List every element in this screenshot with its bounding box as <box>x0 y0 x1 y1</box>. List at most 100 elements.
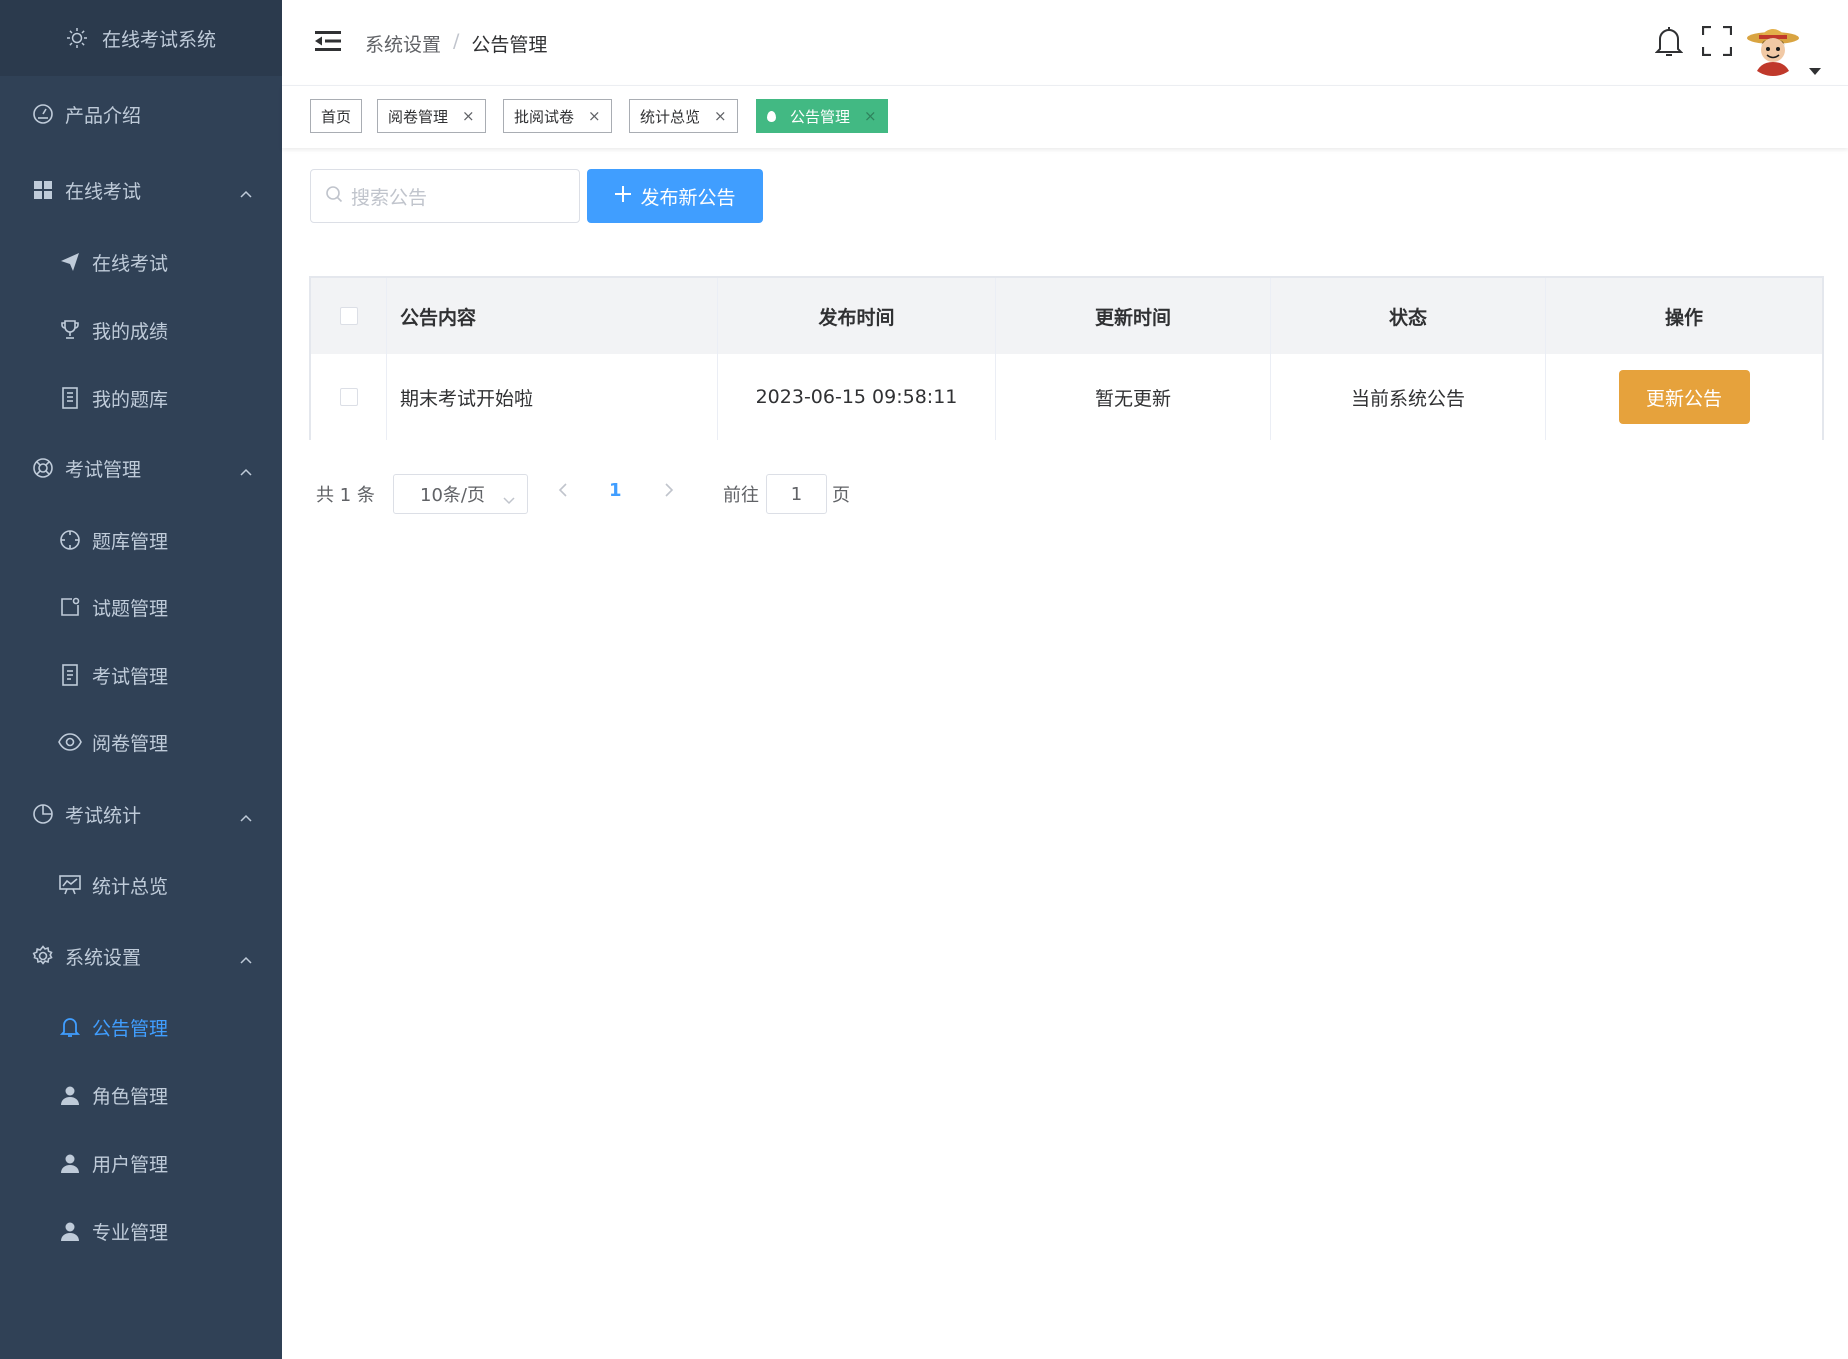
sidebar-item-my-question-bank[interactable]: 我的题库 <box>0 364 282 432</box>
fullscreen-icon[interactable] <box>1701 24 1733 58</box>
tag-grading-management[interactable]: 阅卷管理 × <box>377 99 486 133</box>
select-all-checkbox[interactable] <box>339 307 358 325</box>
close-icon[interactable]: × <box>864 107 877 125</box>
sidebar-item-product-intro[interactable]: 产品介绍 <box>0 80 282 148</box>
sidebar-item-label: 题库管理 <box>92 530 169 553</box>
sidebar-item-label: 在线考试 <box>65 180 142 203</box>
table-row: 期末考试开始啦 2023-06-15 09:58:11 暂无更新 当前系统公告 … <box>311 354 1822 440</box>
sidebar-item-label: 我的题库 <box>92 388 169 411</box>
close-icon[interactable]: × <box>588 107 601 125</box>
sidebar-group-system-settings[interactable]: 系统设置 <box>0 922 282 990</box>
chevron-down-icon <box>503 489 515 510</box>
sidebar-item-label: 产品介绍 <box>65 104 142 127</box>
bell-icon[interactable] <box>1653 24 1685 58</box>
sidebar-item-my-scores[interactable]: 我的成绩 <box>0 296 282 364</box>
prev-page-button[interactable] <box>558 482 568 502</box>
tag-label: 公告管理 <box>790 107 851 126</box>
sidebar-group-online-exam[interactable]: 在线考试 <box>0 156 282 224</box>
sidebar-item-label: 公告管理 <box>92 1017 169 1040</box>
sidebar-item-bank-management[interactable]: 题库管理 <box>0 506 282 574</box>
sidebar-item-exam-management[interactable]: 考试管理 <box>0 641 282 709</box>
cell-published: 2023-06-15 09:58:11 <box>718 354 996 440</box>
tag-home[interactable]: 首页 <box>310 99 363 133</box>
cell-actions: 更新公告 <box>1546 354 1822 440</box>
user-icon <box>58 1083 82 1107</box>
sidebar-item-label: 阅卷管理 <box>92 732 169 755</box>
sidebar-item-stats-overview[interactable]: 统计总览 <box>0 851 282 919</box>
top-header: 系统设置 / 公告管理 <box>282 0 1848 86</box>
search-icon <box>325 185 343 208</box>
avatar[interactable] <box>1745 20 1801 76</box>
gear-icon <box>31 944 55 968</box>
table-header: 公告内容 发布时间 更新时间 状态 操作 <box>311 278 1822 354</box>
cell-content: 期末考试开始啦 <box>387 354 718 440</box>
page-size-value: 10条/页 <box>420 485 485 506</box>
sidebar-item-major-management[interactable]: 专业管理 <box>0 1197 282 1265</box>
app-title: 在线考试系统 <box>101 28 216 51</box>
sidebar-item-label: 我的成绩 <box>92 320 169 343</box>
sidebar-item-label: 试题管理 <box>92 597 169 620</box>
row-checkbox[interactable] <box>339 388 358 406</box>
tag-review-papers[interactable]: 批阅试卷 × <box>503 99 612 133</box>
sidebar-item-online-exam[interactable]: 在线考试 <box>0 228 282 296</box>
brand[interactable]: 在线考试系统 <box>0 0 282 76</box>
chevron-down-icon[interactable] <box>1809 68 1821 75</box>
document-icon <box>58 663 82 687</box>
sidebar-group-exam-management[interactable]: 考试管理 <box>0 434 282 502</box>
user-icon <box>58 1219 82 1243</box>
goto-page-input[interactable]: 1 <box>766 474 827 514</box>
tag-announcement-management[interactable]: 公告管理 × <box>756 99 888 133</box>
tag-label: 批阅试卷 <box>514 107 575 126</box>
next-page-button[interactable] <box>664 482 674 502</box>
search-input[interactable]: 搜索公告 <box>310 169 580 223</box>
goto-label: 前往 <box>723 485 759 506</box>
tag-stats-overview[interactable]: 统计总览 × <box>629 99 738 133</box>
close-icon[interactable]: × <box>462 107 475 125</box>
sidebar-item-question-management[interactable]: 试题管理 <box>0 573 282 641</box>
chevron-up-icon <box>240 184 252 198</box>
tag-label: 阅卷管理 <box>388 107 449 126</box>
tag-label: 统计总览 <box>640 107 701 126</box>
sidebar-item-announcement-management[interactable]: 公告管理 <box>0 993 282 1061</box>
column-header-status: 状态 <box>1271 278 1546 354</box>
close-icon[interactable]: × <box>714 107 727 125</box>
sidebar-group-exam-stats[interactable]: 考试统计 <box>0 780 282 848</box>
column-header-actions: 操作 <box>1664 306 1703 329</box>
lifebuoy-icon <box>31 456 55 480</box>
publish-announcement-button[interactable]: 发布新公告 <box>587 169 763 223</box>
page-size-select[interactable]: 10条/页 <box>393 474 528 514</box>
dashboard-icon <box>31 102 55 126</box>
update-announcement-button[interactable]: 更新公告 <box>1618 370 1750 424</box>
row-select-cell <box>311 354 387 440</box>
grid-icon <box>31 178 55 202</box>
notebook-icon <box>58 386 82 410</box>
bell-icon <box>58 1015 82 1039</box>
send-icon <box>58 250 82 274</box>
column-header-updated: 更新时间 <box>996 278 1271 354</box>
announcement-table: 公告内容 发布时间 更新时间 状态 操作 期末考试开始啦 2023-06-15 … <box>309 276 1824 440</box>
search-placeholder: 搜索公告 <box>351 186 428 209</box>
sidebar-item-label: 统计总览 <box>92 875 169 898</box>
hamburger-menu-icon[interactable] <box>315 29 341 53</box>
sidebar-item-grading-management[interactable]: 阅卷管理 <box>0 708 282 776</box>
chevron-up-icon <box>240 462 252 476</box>
tag-label: 首页 <box>321 107 352 126</box>
breadcrumb-item-system-settings[interactable]: 系统设置 <box>365 30 441 57</box>
tags-view: 首页 阅卷管理 × 批阅试卷 × 统计总览 × 公告管理 × <box>282 86 1848 148</box>
trophy-icon <box>58 318 82 342</box>
column-header-published: 发布时间 <box>718 278 996 354</box>
sidebar-item-label: 专业管理 <box>92 1221 169 1244</box>
publish-label: 发布新公告 <box>640 186 736 209</box>
eye-icon <box>58 730 82 754</box>
page-suffix-label: 页 <box>832 485 850 506</box>
select-all-cell <box>311 278 387 354</box>
breadcrumb-item-current: 公告管理 <box>471 34 548 56</box>
page-number-current[interactable]: 1 <box>609 480 622 501</box>
pagination-total: 共 1 条 <box>316 485 375 506</box>
sun-icon <box>66 27 88 49</box>
sidebar-item-label: 用户管理 <box>92 1153 169 1176</box>
chevron-up-icon <box>240 950 252 964</box>
sidebar-item-role-management[interactable]: 角色管理 <box>0 1061 282 1129</box>
chart-board-icon <box>58 873 82 897</box>
sidebar-item-user-management[interactable]: 用户管理 <box>0 1129 282 1197</box>
